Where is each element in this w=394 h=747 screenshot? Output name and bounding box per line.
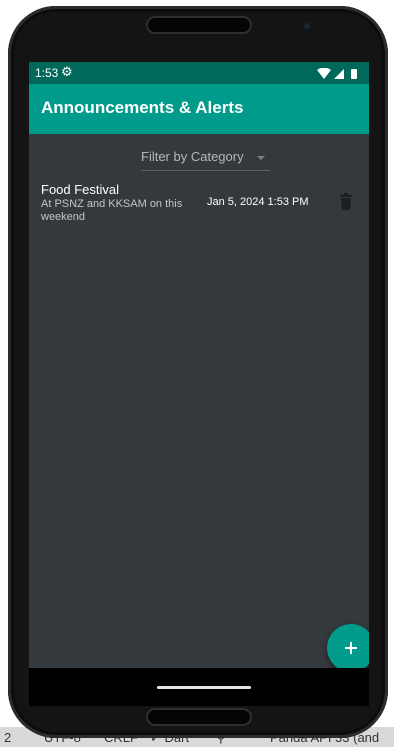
wifi-icon: [317, 67, 331, 79]
plus-icon: [345, 642, 357, 654]
ide-line-number: 2: [4, 730, 12, 745]
cell-signal-icon: [334, 69, 344, 79]
home-gesture-handle[interactable]: [157, 686, 251, 689]
phone-camera: [304, 23, 310, 29]
status-time: 1:53: [35, 66, 59, 80]
status-bar: 1:53 ⚙: [29, 62, 369, 84]
battery-icon: [351, 69, 357, 79]
navigation-bar: [29, 668, 369, 706]
announcement-datetime: Jan 5, 2024 1:53 PM: [207, 196, 309, 208]
page-title: Announcements & Alerts: [41, 98, 244, 117]
filter-category-label: Filter by Category: [141, 149, 244, 164]
settings-gear-icon: ⚙: [61, 64, 73, 79]
phone-frame: 1:53 ⚙ Announcements & Alerts Filter by …: [8, 6, 388, 738]
phone-screen: 1:53 ⚙ Announcements & Alerts Filter by …: [29, 62, 369, 706]
trash-icon[interactable]: [339, 193, 355, 213]
phone-speaker-bottom: [148, 710, 250, 724]
app-bar: Announcements & Alerts: [29, 84, 369, 134]
phone-speaker-top: [148, 18, 250, 32]
add-announcement-button[interactable]: [327, 624, 369, 672]
chevron-down-icon: [257, 156, 265, 160]
filter-category-dropdown[interactable]: Filter by Category: [141, 147, 270, 171]
list-item[interactable]: Food Festival At PSNZ and KKSAM on this …: [29, 178, 369, 230]
status-icons: [317, 67, 361, 85]
announcement-title: Food Festival: [41, 182, 120, 197]
announcement-description: At PSNZ and KKSAM on this weekend: [41, 198, 183, 223]
